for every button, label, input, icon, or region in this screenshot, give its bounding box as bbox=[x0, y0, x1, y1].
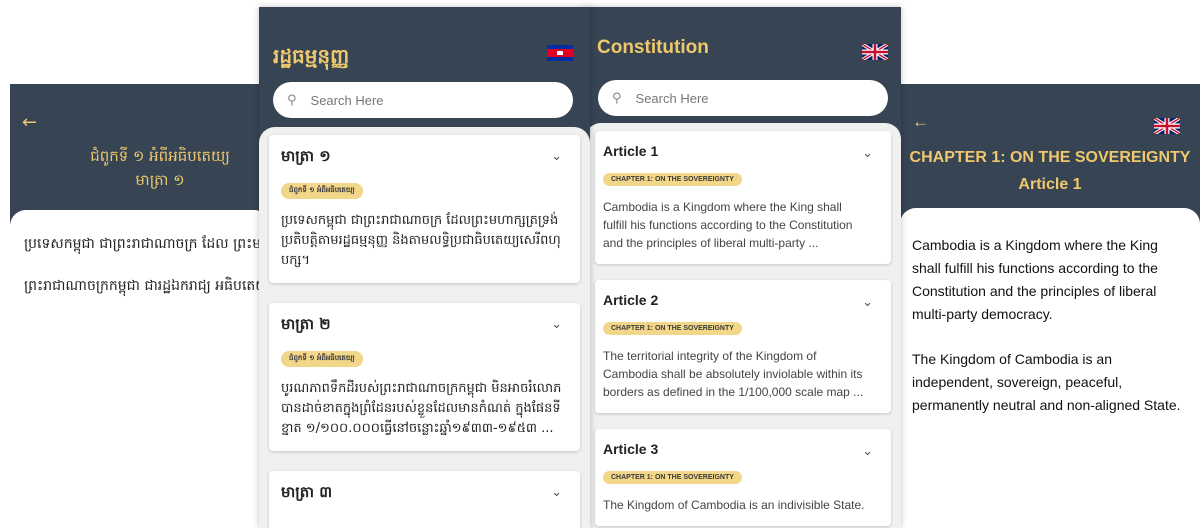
article-card[interactable]: Article 1 ⌄ CHAPTER 1: ON THE SOVEREIGNT… bbox=[595, 131, 891, 264]
excerpt-line: ប្រទេសកម្ពុជា ជាព្រះរាជាណាចក្រ ដែលព្រះមហ… bbox=[281, 213, 559, 228]
detail-title-block: ជំពូកទី ១ អំពីអធិបតេយ្យ មាត្រា ១ bbox=[50, 144, 270, 192]
excerpt-line: បានដាច់ខាតក្នុងព្រំដែនរបស់ខ្លួនដែលមានកំណ… bbox=[281, 401, 561, 416]
article-paragraph: ប្រទេសកម្ពុជា ជាព្រះរាជាណាចក្រ ដែល ព្រះម… bbox=[24, 236, 270, 252]
chapter-tag: CHAPTER 1: ON THE SOVEREIGNTY bbox=[603, 173, 742, 186]
article-excerpt: ប្រទេសកម្ពុជា ជាព្រះរាជាណាចក្រ ដែលព្រះមហ… bbox=[281, 211, 568, 271]
uk-flag-icon[interactable] bbox=[862, 44, 888, 60]
uk-flag-icon[interactable] bbox=[1154, 118, 1180, 134]
article-list: មាត្រា ១ ⌄ ជំពូកទី ១ អំពីអធិបតេយ្យ ប្រទេ… bbox=[259, 127, 590, 528]
article-excerpt: បូរណភាពទឹកដីរបស់ព្រះរាជាណាចក្រកម្ពុជា មិ… bbox=[281, 379, 568, 439]
search-icon: ⚲ bbox=[287, 92, 297, 108]
search-input[interactable] bbox=[310, 92, 511, 108]
article-card-title: មាត្រា ៣ bbox=[281, 483, 333, 501]
article-card[interactable]: Article 3 ⌄ CHAPTER 1: ON THE SOVEREIGNT… bbox=[595, 429, 891, 526]
search-bar[interactable]: ⚲ bbox=[598, 80, 888, 116]
excerpt-line: and the principles of liberal multi-part… bbox=[603, 236, 819, 250]
excerpt-line: fulfill his functions according to the C… bbox=[603, 218, 853, 232]
chapter-title: ជំពូកទី ១ អំពីអធិបតេយ្យ bbox=[90, 147, 230, 165]
chapter-tag: CHAPTER 1: ON THE SOVEREIGNTY bbox=[603, 322, 742, 335]
excerpt-line: The Kingdom of Cambodia is an indivisibl… bbox=[603, 498, 865, 512]
excerpt-line: បក្ស។ bbox=[281, 253, 310, 268]
article-card[interactable]: មាត្រា ៣ ⌄ bbox=[269, 471, 580, 528]
chevron-down-icon[interactable]: ⌄ bbox=[862, 294, 873, 310]
article-excerpt: Cambodia is a Kingdom where the King sha… bbox=[603, 198, 883, 252]
chapter-tag: CHAPTER 1: ON THE SOVEREIGNTY bbox=[603, 471, 742, 484]
app-title: Constitution bbox=[597, 37, 709, 58]
chevron-down-icon[interactable]: ⌄ bbox=[862, 443, 873, 459]
english-article-list-screen: Constitution ⚲ Article 1 ⌄ CHAPTER 1: ON… bbox=[585, 7, 901, 528]
arrow-left-icon[interactable]: ← bbox=[912, 112, 929, 132]
list-header: រដ្ឋធម្មនុញ្ញ ⚲ bbox=[259, 7, 590, 147]
excerpt-line: បូរណភាពទឹកដីរបស់ព្រះរាជាណាចក្រកម្ពុជា មិ… bbox=[281, 381, 562, 396]
article-title: មាត្រា ១ bbox=[135, 171, 185, 189]
article-body: Cambodia is a Kingdom where the King sha… bbox=[900, 208, 1200, 528]
article-card-title: មាត្រា ២ bbox=[281, 315, 331, 333]
excerpt-line: Cambodia is a Kingdom where the King sha… bbox=[603, 200, 842, 214]
app-title: រដ្ឋធម្មនុញ្ញ bbox=[273, 44, 350, 68]
article-card-title: Article 1 bbox=[603, 143, 659, 159]
search-input[interactable] bbox=[635, 90, 836, 106]
article-paragraph: The Kingdom of Cambodia is an independen… bbox=[912, 351, 1181, 413]
chapter-tag: ជំពូកទី ១ អំពីអធិបតេយ្យ bbox=[281, 183, 363, 199]
detail-header: ← CHAPTER 1: ON THE SOVEREIGNTY Article … bbox=[900, 84, 1200, 224]
cambodia-flag-icon[interactable] bbox=[547, 45, 573, 61]
article-card[interactable]: Article 2 ⌄ CHAPTER 1: ON THE SOVEREIGNT… bbox=[595, 280, 891, 413]
chevron-down-icon[interactable]: ⌄ bbox=[551, 485, 562, 500]
article-paragraph: ព្រះរាជាណាចក្រកម្ពុជា ជារដ្ឋឯករាជ្យ អធិប… bbox=[24, 278, 270, 294]
chapter-tag: ជំពូកទី ១ អំពីអធិបតេយ្យ bbox=[281, 351, 363, 367]
excerpt-line: ប្រតិបត្តិតាមរដ្ឋធម្មនុញ្ញ និងតាមលទ្ធិប្… bbox=[281, 233, 561, 248]
article-card[interactable]: មាត្រា ១ ⌄ ជំពូកទី ១ អំពីអធិបតេយ្យ ប្រទេ… bbox=[269, 135, 580, 283]
article-card-title: មាត្រា ១ bbox=[281, 147, 331, 165]
article-excerpt: The Kingdom of Cambodia is an indivisibl… bbox=[603, 496, 883, 514]
article-card[interactable]: មាត្រា ២ ⌄ ជំពូកទី ១ អំពីអធិបតេយ្យ បូរណភ… bbox=[269, 303, 580, 451]
article-excerpt: The territorial integrity of the Kingdom… bbox=[603, 347, 883, 401]
article-list: Article 1 ⌄ CHAPTER 1: ON THE SOVEREIGNT… bbox=[585, 123, 901, 528]
detail-header: ← ជំពូកទី ១ អំពីអធិបតេយ្យ មាត្រា ១ bbox=[10, 84, 270, 224]
search-bar[interactable]: ⚲ bbox=[273, 82, 573, 118]
excerpt-line: borders as defined in the 1/100,000 scal… bbox=[603, 385, 864, 399]
khmer-article-list-screen: រដ្ឋធម្មនុញ្ញ ⚲ មាត្រា ១ ⌄ ជំពូកទី ១ អំព… bbox=[259, 7, 590, 528]
article-paragraph: Cambodia is a Kingdom where the King sha… bbox=[912, 237, 1158, 322]
chevron-down-icon[interactable]: ⌄ bbox=[551, 317, 562, 332]
excerpt-line: Cambodia shall be absolutely inviolable … bbox=[603, 367, 863, 381]
excerpt-line: The territorial integrity of the Kingdom… bbox=[603, 349, 817, 363]
chevron-down-icon[interactable]: ⌄ bbox=[551, 149, 562, 164]
article-card-title: Article 3 bbox=[603, 441, 659, 457]
detail-title-block: CHAPTER 1: ON THE SOVEREIGNTY Article 1 bbox=[900, 144, 1200, 198]
english-article-detail-screen: ← CHAPTER 1: ON THE SOVEREIGNTY Article … bbox=[900, 84, 1200, 528]
excerpt-line: ខ្នាត ១/១០០.០០០ធ្វើនៅចន្លោះឆ្នាំ១៩៣៣-១៩៥… bbox=[281, 421, 554, 436]
article-title: Article 1 bbox=[1018, 176, 1082, 193]
chevron-down-icon[interactable]: ⌄ bbox=[862, 145, 873, 161]
khmer-article-detail-screen: ← ជំពូកទី ១ អំពីអធិបតេយ្យ មាត្រា ១ ប្រទេ… bbox=[10, 84, 270, 528]
search-icon: ⚲ bbox=[612, 90, 622, 106]
chapter-title: CHAPTER 1: ON THE SOVEREIGNTY bbox=[909, 149, 1191, 166]
arrow-left-icon[interactable]: ← bbox=[22, 112, 37, 133]
article-body: ប្រទេសកម្ពុជា ជាព្រះរាជាណាចក្រ ដែល ព្រះម… bbox=[10, 210, 270, 528]
article-card-title: Article 2 bbox=[603, 292, 659, 308]
